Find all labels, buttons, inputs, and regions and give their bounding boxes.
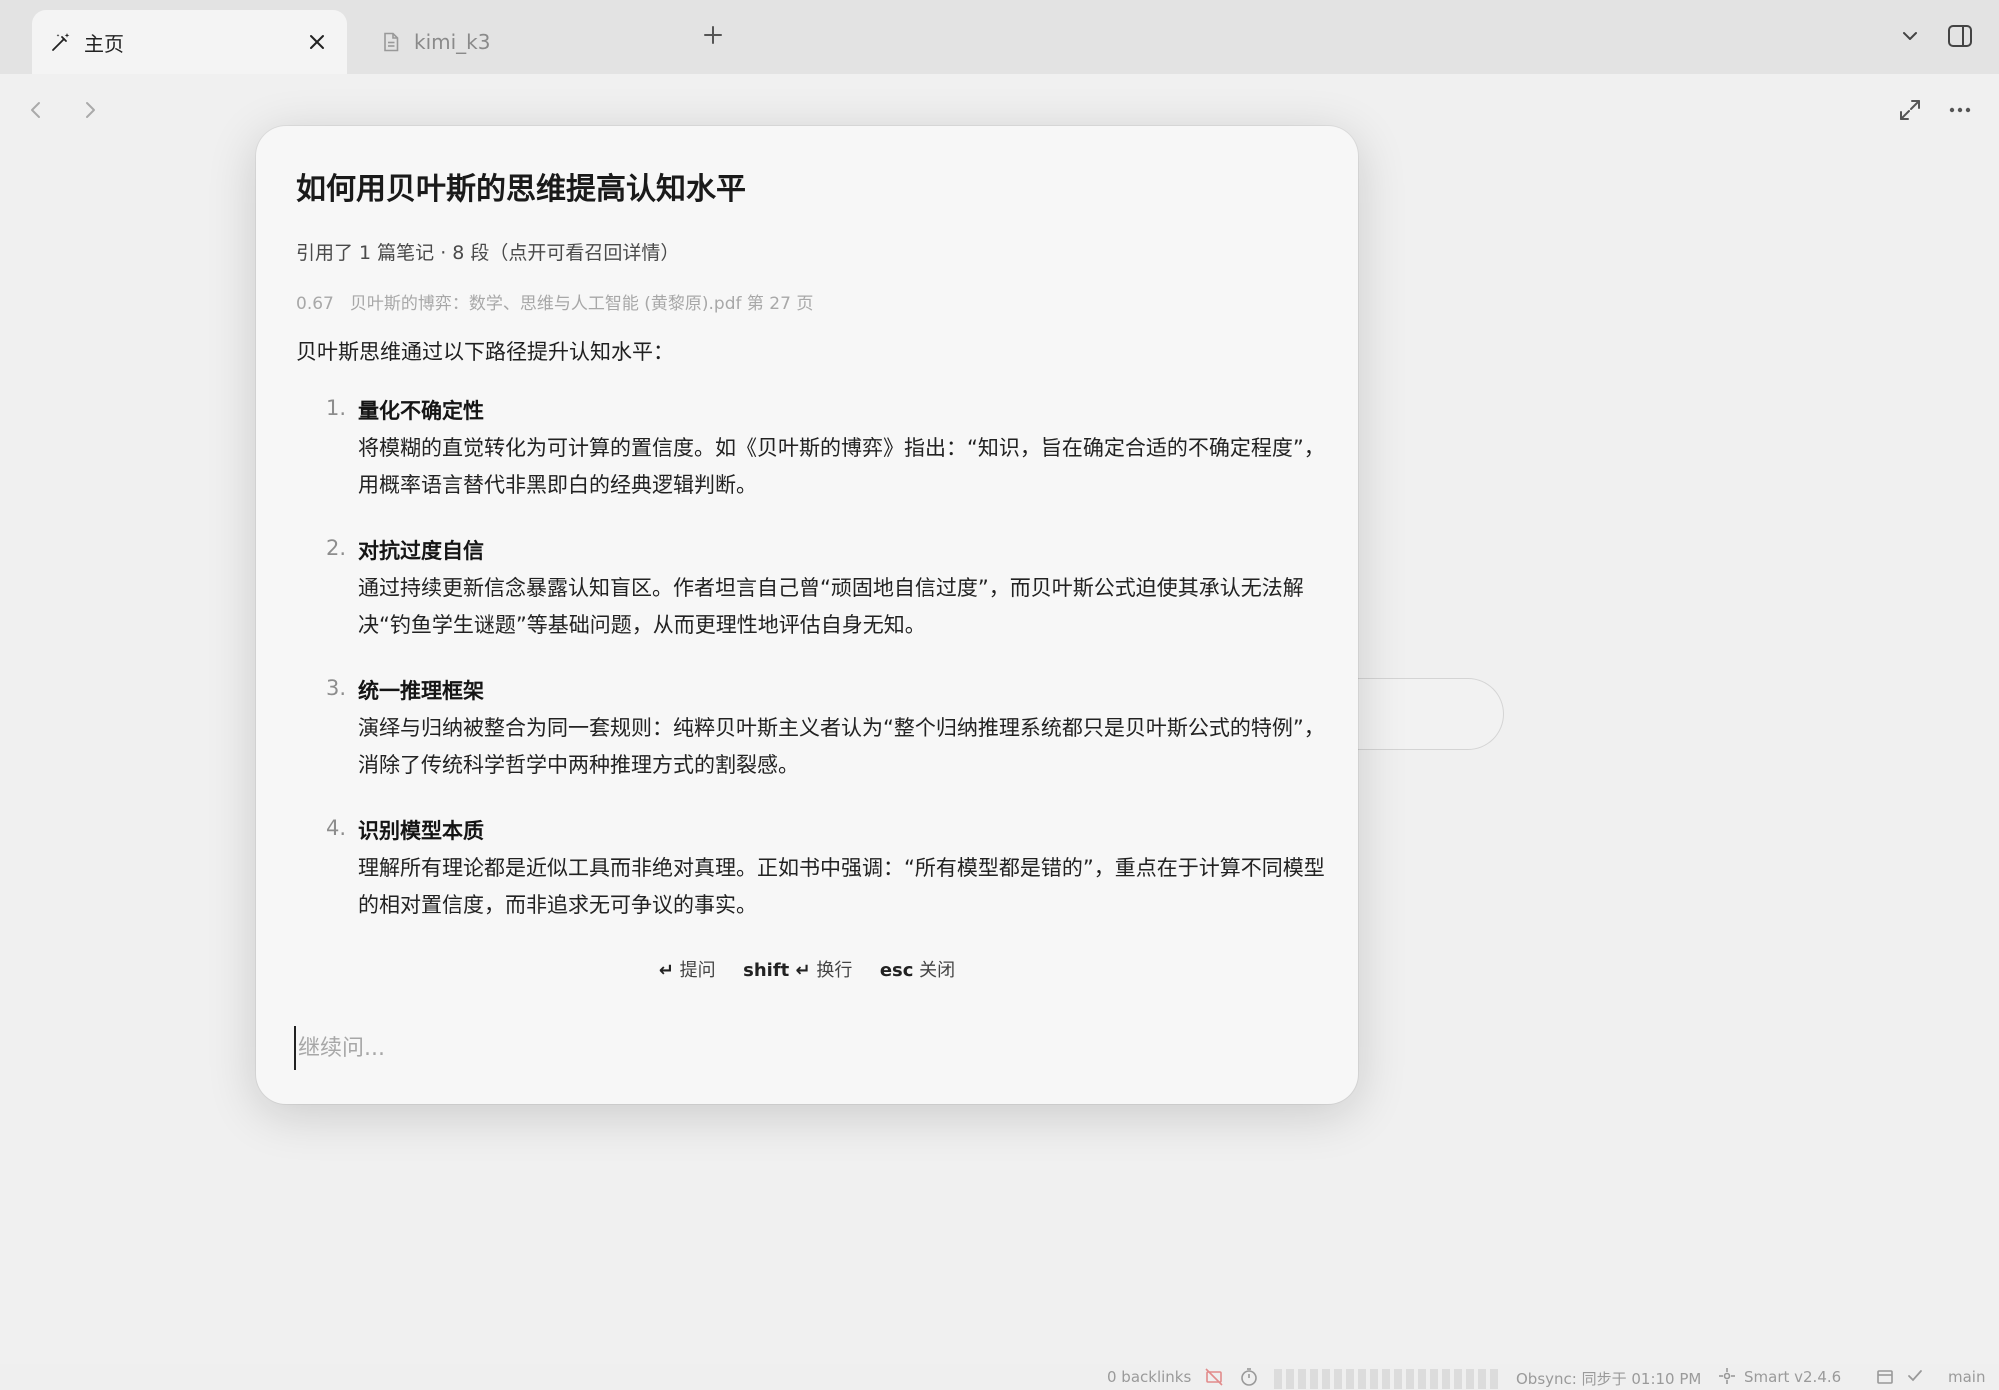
item-number: 1.: [326, 396, 347, 420]
smart-version[interactable]: Smart v2.4.6: [1744, 1368, 1841, 1386]
forward-arrow-icon[interactable]: [78, 96, 102, 124]
backlinks-count[interactable]: 0 backlinks: [1107, 1368, 1191, 1386]
citation-summary[interactable]: 引用了 1 篇笔记 · 8 段（点开可看召回详情）: [296, 238, 679, 265]
esc-key-hint: esc: [879, 960, 914, 981]
dialog-title: 如何用贝叶斯的思维提高认知水平: [296, 172, 746, 207]
item-title: 统一推理框架: [358, 679, 484, 703]
item-title: 识别模型本质: [358, 819, 484, 843]
close-icon[interactable]: [305, 30, 329, 54]
git-branch[interactable]: main: [1948, 1368, 1985, 1386]
item-number: 2.: [326, 536, 347, 560]
list-item: 2. 对抗过度自信 通过持续更新信念暴露认知盲区。作者坦言自己曾“顽固地自信过度…: [326, 536, 1326, 644]
ai-answer-dialog: 如何用贝叶斯的思维提高认知水平 引用了 1 篇笔记 · 8 段（点开可看召回详情…: [256, 126, 1358, 1104]
tab-home[interactable]: 主页: [32, 10, 347, 74]
enter-key-hint: ↵: [658, 960, 674, 981]
item-title: 对抗过度自信: [358, 539, 484, 563]
keyboard-hints: ↵ 提问 shift ↵ 换行 esc 关闭: [256, 956, 1358, 982]
activity-graph: [1274, 1367, 1500, 1389]
archive-icon[interactable]: [1876, 1367, 1894, 1385]
tab-label: kimi_k3: [414, 30, 491, 54]
answer-list: 1. 量化不确定性 将模糊的直觉转化为可计算的置信度。如《贝叶斯的博弈》指出：“…: [326, 396, 1326, 956]
reference-line[interactable]: 0.67 贝叶斯的博弈：数学、思维与人工智能 (黄黎原).pdf 第 27 页: [296, 289, 813, 314]
item-body: 演绎与归纳被整合为同一套规则：纯粹贝叶斯主义者认为“整个归纳推理系统都只是贝叶斯…: [358, 716, 1325, 777]
list-item: 4. 识别模型本质 理解所有理论都是近似工具而非绝对真理。正如书中强调：“所有模…: [326, 816, 1326, 924]
smart-connections-icon: [1718, 1367, 1736, 1385]
tab-label: 主页: [84, 31, 124, 56]
timer-icon[interactable]: [1240, 1367, 1258, 1387]
item-number: 3.: [326, 676, 347, 700]
relevance-score: 0.67: [296, 294, 334, 314]
shift-enter-label: 换行: [816, 960, 853, 981]
esc-label: 关闭: [919, 960, 956, 981]
more-options-icon[interactable]: [1946, 96, 1974, 124]
list-item: 3. 统一推理框架 演绎与归纳被整合为同一套规则：纯粹贝叶斯主义者认为“整个归纳…: [326, 676, 1326, 784]
file-icon: [380, 31, 402, 53]
item-body: 将模糊的直觉转化为可计算的置信度。如《贝叶斯的博弈》指出：“知识，旨在确定合适的…: [358, 436, 1325, 497]
tab-bar: 主页 kimi_k3: [0, 0, 1999, 74]
obsync-status[interactable]: Obsync: 同步于 01:10 PM: [1516, 1368, 1701, 1389]
new-tab-button[interactable]: [700, 22, 726, 48]
expand-icon[interactable]: [1896, 96, 1924, 124]
follow-up-input[interactable]: [294, 1026, 1314, 1070]
reference-source: 贝叶斯的博弈：数学、思维与人工智能 (黄黎原).pdf 第 27 页: [349, 294, 814, 314]
check-icon: [1906, 1367, 1924, 1385]
sidebar-toggle-icon[interactable]: [1946, 22, 1974, 50]
answer-intro: 贝叶斯思维通过以下路径提升认知水平：: [296, 340, 674, 364]
status-bar: 0 backlinks Obsync: 同步于 01:10 PM Smart v…: [0, 1364, 1999, 1390]
sync-off-icon[interactable]: [1204, 1367, 1224, 1387]
item-body: 理解所有理论都是近似工具而非绝对真理。正如书中强调：“所有模型都是错的”，重点在…: [358, 856, 1325, 917]
list-item: 1. 量化不确定性 将模糊的直觉转化为可计算的置信度。如《贝叶斯的博弈》指出：“…: [326, 396, 1326, 504]
tab-kimi-k3[interactable]: kimi_k3: [380, 10, 680, 74]
magic-wand-icon: [50, 31, 72, 53]
shift-enter-key-hint: shift ↵: [743, 960, 811, 981]
enter-label: 提问: [679, 960, 716, 981]
item-title: 量化不确定性: [358, 399, 484, 423]
back-arrow-icon[interactable]: [24, 96, 48, 124]
chevron-down-icon[interactable]: [1896, 22, 1924, 50]
item-body: 通过持续更新信念暴露认知盲区。作者坦言自己曾“顽固地自信过度”，而贝叶斯公式迫使…: [358, 576, 1304, 637]
item-number: 4.: [326, 816, 347, 840]
